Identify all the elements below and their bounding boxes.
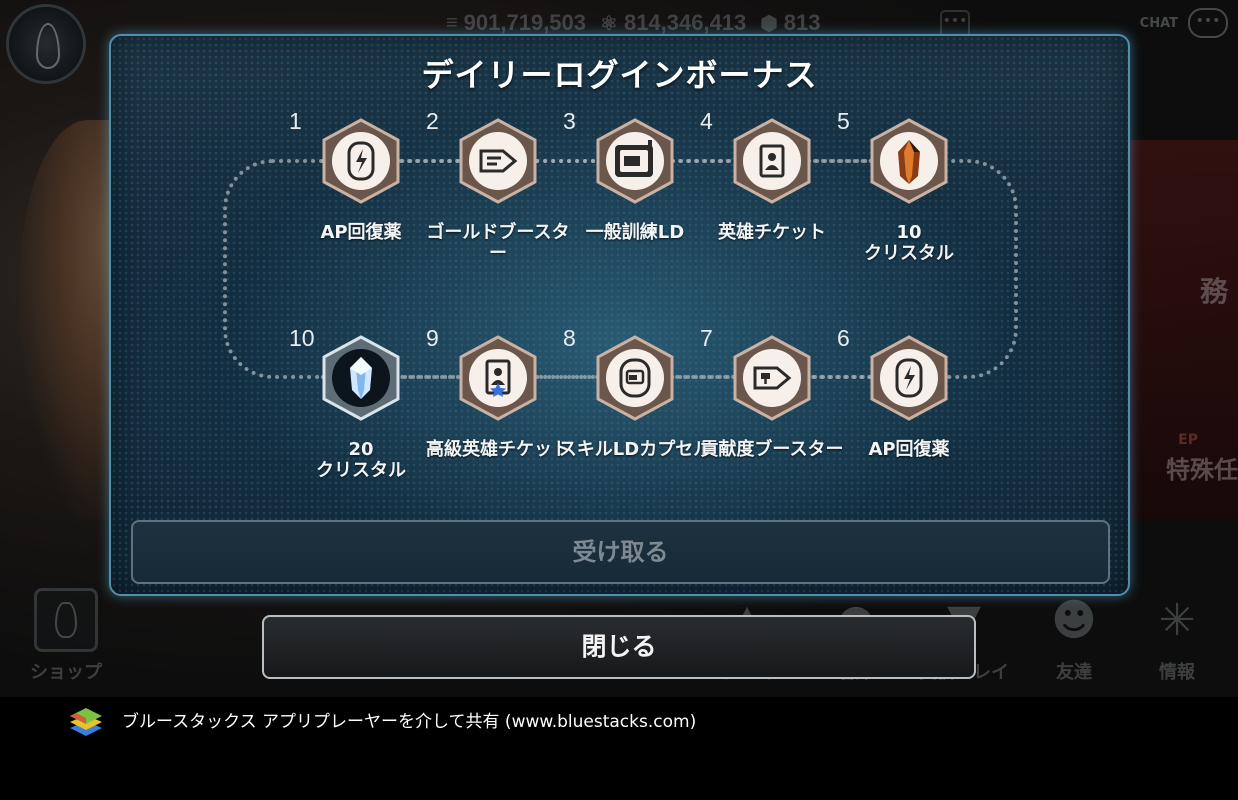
reward-label: ゴールドブースター bbox=[426, 222, 570, 264]
ap-potion-icon bbox=[870, 335, 948, 421]
reward-label: 貢献度ブースター bbox=[700, 439, 844, 460]
receive-button[interactable]: 受け取る bbox=[131, 520, 1110, 584]
ap-potion-icon bbox=[322, 118, 400, 204]
reward-label: AP回復薬 bbox=[868, 439, 950, 460]
crystal-icon bbox=[322, 335, 400, 421]
day-number: 10 bbox=[289, 325, 315, 351]
contribution-booster-icon bbox=[733, 335, 811, 421]
reward-label: 一般訓練LD bbox=[585, 222, 685, 243]
game-screen: 務 EP 特殊任 127 + ≡ 901,719,503 ⚛ 814,346,4… bbox=[0, 0, 1238, 697]
daily-login-bonus-dialog: デイリーログインボーナス 1 AP回復薬 2 ゴールドブースター 3 一般訓練L… bbox=[109, 34, 1130, 596]
day-number: 8 bbox=[563, 325, 576, 351]
dialog-title: デイリーログインボーナス bbox=[421, 56, 818, 94]
skill-ld-capsule-icon bbox=[596, 335, 674, 421]
bluestacks-logo-icon bbox=[70, 708, 102, 736]
day-number: 9 bbox=[426, 325, 439, 351]
reward-label: 20 クリスタル bbox=[316, 439, 406, 481]
day-number: 7 bbox=[700, 325, 713, 351]
reward-label: AP回復薬 bbox=[320, 222, 402, 243]
reward-label: スキルLDカプセル bbox=[558, 439, 712, 460]
share-caption: ブルースタックス アプリプレーヤーを介して共有 (www.bluestacks.… bbox=[122, 712, 697, 732]
day-number: 3 bbox=[563, 108, 576, 134]
reward-label: 英雄チケット bbox=[718, 222, 826, 243]
day-number: 2 bbox=[426, 108, 439, 134]
day-number: 6 bbox=[837, 325, 850, 351]
bluestacks-footer: ブルースタックス アプリプレーヤーを介して共有 (www.bluestacks.… bbox=[0, 697, 1238, 800]
premium-hero-ticket-icon bbox=[459, 335, 537, 421]
day-number: 1 bbox=[289, 108, 302, 134]
day-number: 5 bbox=[837, 108, 850, 134]
ld-training-icon bbox=[596, 118, 674, 204]
reward-label: 10 クリスタル bbox=[864, 222, 954, 264]
reward-label: 高級英雄チケット bbox=[426, 439, 570, 460]
close-button[interactable]: 閉じる bbox=[262, 615, 976, 679]
gold-booster-icon bbox=[459, 118, 537, 204]
crystal-icon bbox=[870, 118, 948, 204]
day-number: 4 bbox=[700, 108, 713, 134]
hero-ticket-icon bbox=[733, 118, 811, 204]
